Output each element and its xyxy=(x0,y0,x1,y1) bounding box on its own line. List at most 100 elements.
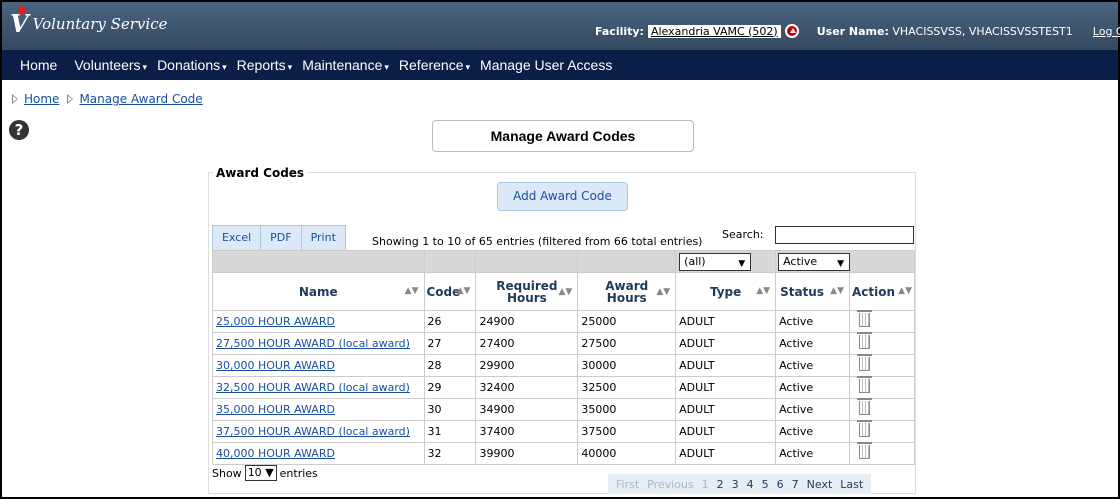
award-codes-table: (all) ▼ Active ▼ Name ▲▼ Code ▲▼ Required Hou… xyxy=(212,250,915,465)
status-cell: Active xyxy=(779,381,814,394)
award-code-cell: 32 xyxy=(427,447,442,460)
breadcrumb: Home Manage Award Code xyxy=(10,92,209,106)
col-header-required-label-2: Hours xyxy=(506,290,547,305)
nav-volunteers[interactable]: Volunteers ▾ xyxy=(69,57,152,73)
app-logo[interactable]: V Voluntary Service xyxy=(10,4,168,36)
table-row: 30,000 HOUR AWARD 28 29900 30000 ADULT Active xyxy=(212,354,915,377)
award-name-link[interactable]: 37,500 HOUR AWARD (local award) xyxy=(216,425,410,438)
pagination-page[interactable]: 7 xyxy=(788,478,803,491)
status-cell: Active xyxy=(775,420,850,443)
filter-row: (all) ▼ Active ▼ xyxy=(212,250,915,273)
required-hours-cell: 32400 xyxy=(475,376,579,399)
export-buttons: Excel PDF Print xyxy=(212,225,346,251)
type-filter-select[interactable]: (all) ▼ xyxy=(679,252,752,271)
status-filter-select[interactable]: Active ▼ xyxy=(778,252,851,271)
type-cell: ADULT xyxy=(675,376,777,399)
page-length-select[interactable]: 10 ▼ xyxy=(244,465,277,481)
facility-change-icon[interactable] xyxy=(784,24,799,38)
nav-donations[interactable]: Donations ▾ xyxy=(152,57,232,73)
award-code-cell: 31 xyxy=(423,420,477,443)
delete-trash-icon[interactable] xyxy=(857,442,872,459)
col-header-status[interactable]: Status ▲▼ xyxy=(775,272,850,311)
pagination-page[interactable]: 2 xyxy=(713,478,728,491)
chevron-down-icon: ▾ xyxy=(142,62,148,72)
chevron-down-icon: ▼ xyxy=(837,258,845,269)
chevron-down-icon: ▾ xyxy=(465,62,471,72)
award-code-cell: 29 xyxy=(423,376,477,399)
header-user-info: Facility: Alexandria VAMC (502) User Nam… xyxy=(595,24,1120,38)
facility-selector[interactable]: Alexandria VAMC (502) xyxy=(647,24,781,38)
required-hours-cell: 32400 xyxy=(479,381,515,394)
breadcrumb-current-link[interactable]: Manage Award Code xyxy=(79,92,202,106)
pagination-page[interactable]: 1 xyxy=(698,478,713,491)
excel-button[interactable]: Excel xyxy=(212,225,262,251)
award-name-link[interactable]: 27,500 HOUR AWARD (local award) xyxy=(216,337,410,350)
sort-icon: ▲▼ xyxy=(898,286,912,296)
col-header-award-hours[interactable]: Award Hours ▲▼ xyxy=(577,272,677,311)
nav-reports[interactable]: Reports ▾ xyxy=(232,57,298,73)
required-hours-cell: 29900 xyxy=(475,354,579,377)
col-header-type[interactable]: Type ▲▼ xyxy=(675,272,777,311)
award-hours-cell: 40000 xyxy=(581,447,617,460)
nav-maintenance[interactable]: Maintenance ▾ xyxy=(297,57,394,73)
search-input[interactable] xyxy=(775,226,914,244)
pagination: First Previous 1 2 3 4 5 6 7 Next Last xyxy=(608,474,872,494)
required-hours-cell: 27400 xyxy=(475,332,579,355)
award-code-cell: 28 xyxy=(427,359,442,372)
pagination-page[interactable]: 5 xyxy=(758,478,773,491)
chevron-down-icon: ▾ xyxy=(287,62,293,72)
delete-trash-icon[interactable] xyxy=(857,310,872,327)
award-name-link[interactable]: 32,500 HOUR AWARD (local award) xyxy=(216,381,410,394)
pagination-next[interactable]: Next xyxy=(803,478,837,491)
logout-link[interactable]: Log Out xyxy=(1093,25,1120,38)
pagination-first[interactable]: First xyxy=(612,478,643,491)
facility-label: Facility: xyxy=(595,24,644,38)
chevron-down-icon: ▼ xyxy=(738,258,746,269)
award-name-link[interactable]: 25,000 HOUR AWARD xyxy=(216,315,335,328)
col-header-name[interactable]: Name ▲▼ xyxy=(212,272,425,311)
required-hours-cell: 39900 xyxy=(479,447,515,460)
pagination-page[interactable]: 6 xyxy=(773,478,788,491)
status-cell: Active xyxy=(779,359,814,372)
add-award-code-button[interactable]: Add Award Code xyxy=(497,182,628,211)
pagination-last[interactable]: Last xyxy=(836,478,867,491)
award-name-link[interactable]: 35,000 HOUR AWARD xyxy=(216,403,335,416)
pagination-page[interactable]: 4 xyxy=(743,478,758,491)
delete-trash-icon[interactable] xyxy=(857,354,872,371)
nav-maintenance-label: Maintenance xyxy=(302,57,383,73)
help-icon[interactable]: ? xyxy=(9,120,29,140)
award-name-link[interactable]: 40,000 HOUR AWARD xyxy=(216,447,335,460)
delete-trash-icon[interactable] xyxy=(857,376,872,393)
print-button[interactable]: Print xyxy=(301,225,346,251)
award-code-cell: 30 xyxy=(427,403,442,416)
delete-trash-icon[interactable] xyxy=(857,420,872,437)
award-hours-cell: 35000 xyxy=(577,398,677,421)
award-name-link[interactable]: 30,000 HOUR AWARD xyxy=(216,359,335,372)
pdf-button[interactable]: PDF xyxy=(261,225,302,251)
col-header-action-label: Action xyxy=(852,284,896,299)
pagination-previous[interactable]: Previous xyxy=(643,478,698,491)
col-header-required-hours[interactable]: Required Hours ▲▼ xyxy=(475,272,579,311)
chevron-down-icon: ▾ xyxy=(384,62,389,72)
sort-icon: ▲▼ xyxy=(830,286,844,296)
col-header-award-label-2: Hours xyxy=(606,290,647,305)
nav-manage-user-access[interactable]: Manage User Access xyxy=(475,57,617,73)
award-hours-cell: 27500 xyxy=(577,332,677,355)
chevron-down-icon: ▼ xyxy=(265,466,274,479)
nav-reference[interactable]: Reference ▾ xyxy=(394,57,475,73)
type-cell: ADULT xyxy=(675,398,777,421)
action-cell xyxy=(849,420,915,443)
nav-home[interactable]: Home xyxy=(2,57,69,73)
col-header-type-label: Type xyxy=(709,284,742,299)
delete-trash-icon[interactable] xyxy=(857,332,872,349)
col-header-action[interactable]: Action ▲▼ xyxy=(849,272,915,311)
breadcrumb-home-link[interactable]: Home xyxy=(24,92,59,106)
col-header-code[interactable]: Code ▲▼ xyxy=(423,272,477,311)
status-cell: Active xyxy=(775,332,850,355)
award-code-cell: 27 xyxy=(427,337,442,350)
sort-icon: ▲▼ xyxy=(558,287,573,297)
required-hours-cell: 24900 xyxy=(475,310,579,333)
delete-trash-icon[interactable] xyxy=(857,398,872,415)
app-header: V Voluntary Service Facility: Alexandria… xyxy=(2,2,1120,50)
pagination-page[interactable]: 3 xyxy=(728,478,743,491)
